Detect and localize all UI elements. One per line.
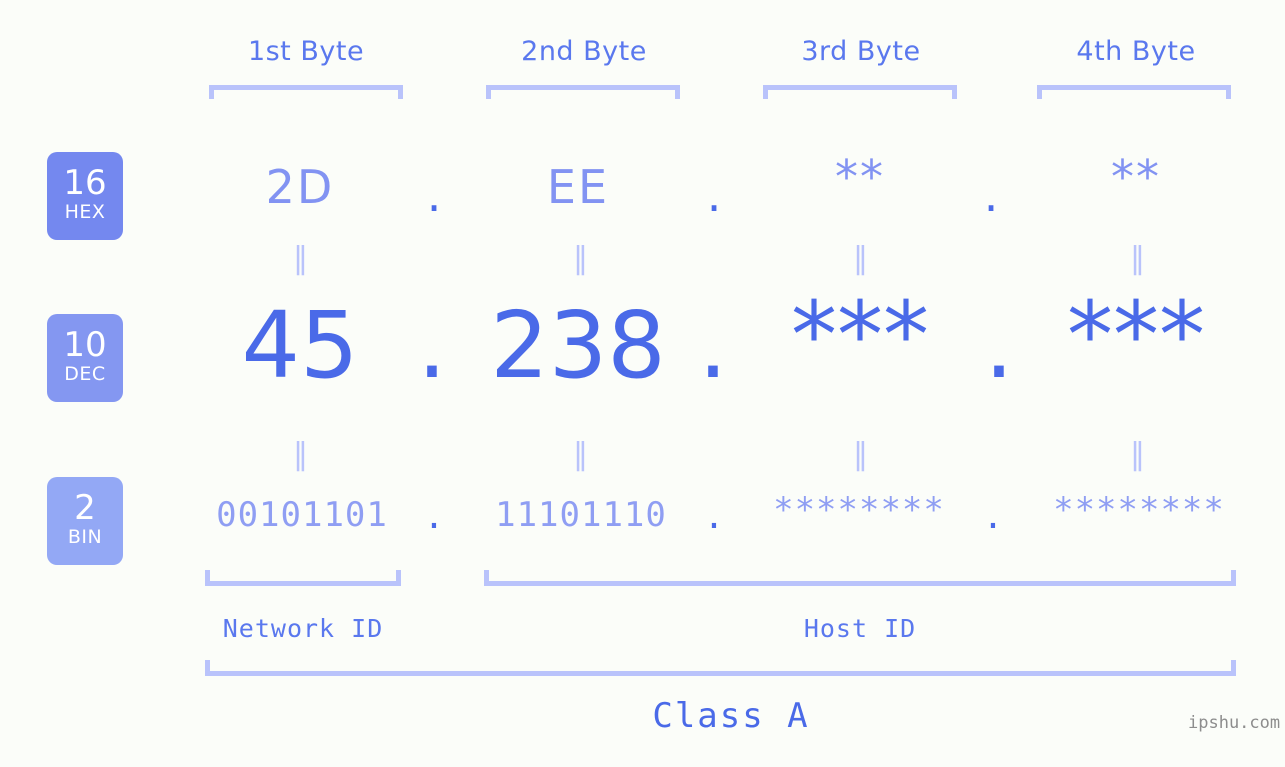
byte-header-label-4: 4th Byte	[1016, 36, 1256, 67]
equality-mark-dec-bin-3: ‖	[800, 440, 920, 470]
equality-mark-hex-dec-4: ‖	[1077, 244, 1197, 274]
base-badge-hex-number: 16	[63, 166, 106, 200]
base-badge-bin-name: BIN	[68, 525, 102, 551]
dec-separator-1: .	[398, 300, 466, 392]
dec-separator-2: .	[679, 300, 747, 392]
equality-mark-hex-dec-3: ‖	[800, 244, 920, 274]
hex-separator-2: .	[686, 172, 742, 218]
base-badge-dec-name: DEC	[64, 362, 105, 388]
ip-address-breakdown-diagram: 1st Byte 2nd Byte 3rd Byte 4th Byte 16 H…	[0, 0, 1285, 767]
network-id-label: Network ID	[183, 614, 423, 643]
bin-separator-2: .	[684, 500, 744, 534]
host-id-bracket	[484, 570, 1236, 586]
hex-octet-2: EE	[458, 160, 698, 214]
hex-separator-1: .	[406, 172, 462, 218]
bin-octet-2: 11101110	[461, 495, 701, 535]
dec-octet-4: ***	[1016, 290, 1256, 382]
bin-octet-3: ********	[739, 490, 979, 530]
equality-mark-dec-bin-1: ‖	[240, 440, 360, 470]
byte-bracket-3	[763, 85, 957, 99]
dec-octet-1: 45	[180, 300, 420, 392]
equality-mark-dec-bin-2: ‖	[520, 440, 640, 470]
bin-octet-4: ********	[1019, 490, 1259, 530]
dec-octet-2: 238	[458, 300, 698, 392]
class-bracket	[205, 660, 1236, 676]
dec-octet-3: ***	[740, 290, 980, 382]
equality-mark-hex-dec-2: ‖	[520, 244, 640, 274]
byte-header-label-3: 3rd Byte	[741, 36, 981, 67]
hex-octet-3: **	[740, 150, 980, 204]
byte-bracket-2	[486, 85, 680, 99]
hex-separator-3: .	[963, 172, 1019, 218]
base-badge-hex: 16 HEX	[47, 152, 123, 240]
base-badge-bin-number: 2	[74, 491, 96, 525]
base-badge-dec-number: 10	[63, 328, 106, 362]
class-label: Class A	[601, 696, 861, 736]
bin-octet-1: 00101101	[182, 495, 422, 535]
hex-octet-4: **	[1016, 150, 1256, 204]
base-badge-hex-name: HEX	[65, 200, 106, 226]
hex-octet-1: 2D	[180, 160, 420, 214]
watermark: ipshu.com	[1188, 713, 1280, 733]
byte-bracket-4	[1037, 85, 1231, 99]
byte-header-label-2: 2nd Byte	[464, 36, 704, 67]
byte-header-label-1: 1st Byte	[186, 36, 426, 67]
equality-mark-dec-bin-4: ‖	[1077, 440, 1197, 470]
bin-separator-1: .	[404, 500, 464, 534]
byte-bracket-1	[209, 85, 403, 99]
equality-mark-hex-dec-1: ‖	[240, 244, 360, 274]
base-badge-dec: 10 DEC	[47, 314, 123, 402]
host-id-label: Host ID	[740, 614, 980, 643]
network-id-bracket	[205, 570, 401, 586]
base-badge-bin: 2 BIN	[47, 477, 123, 565]
bin-separator-3: .	[963, 500, 1023, 534]
